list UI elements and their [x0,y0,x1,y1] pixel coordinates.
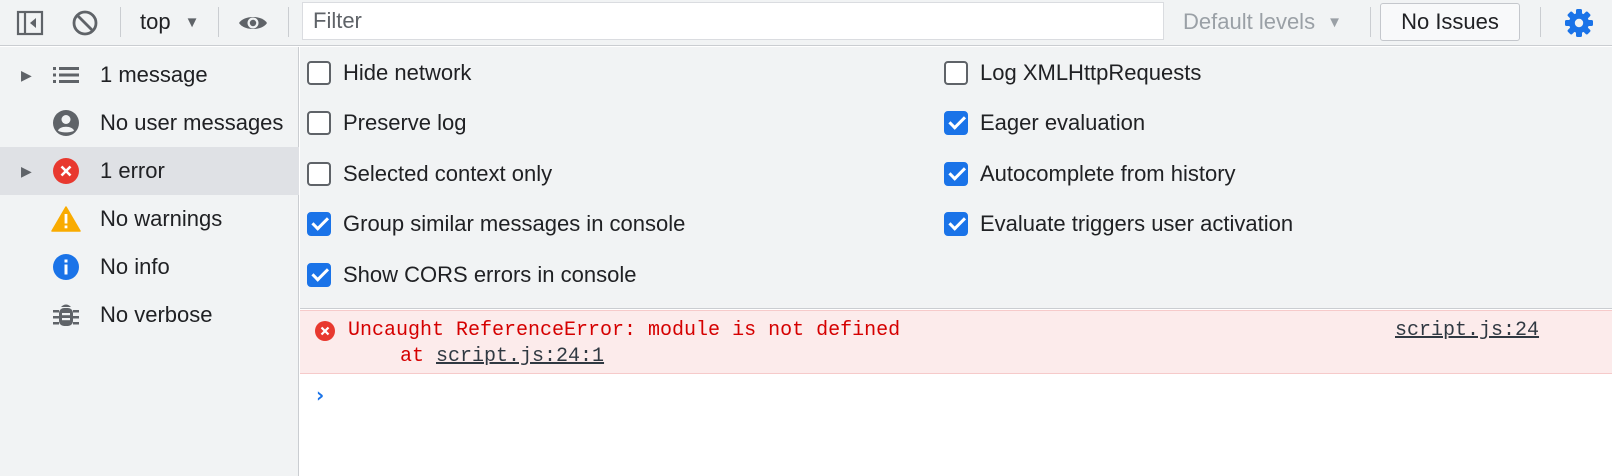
eye-icon[interactable] [236,6,270,40]
console-settings-panel: Hide network Preserve log Selected context… [300,47,1612,309]
user-icon [51,108,81,138]
source-location-link[interactable]: script.js:24 [1395,319,1539,342]
setting-evaluate-triggers-user-activation[interactable]: Evaluate triggers user activation [944,204,1293,244]
checkbox[interactable] [307,61,331,85]
setting-label: Preserve log [343,110,467,135]
toolbar-divider [218,7,219,37]
sidebar-item-messages[interactable]: ▶ 1 message [0,51,299,99]
toolbar-divider [120,7,121,37]
checkbox[interactable] [307,111,331,135]
setting-autocomplete-from-history[interactable]: Autocomplete from history [944,154,1236,194]
error-icon [51,156,81,186]
clear-console-icon[interactable] [68,6,102,40]
error-text: Uncaught ReferenceError: module is not d… [348,319,901,342]
warning-icon [51,204,81,234]
chevron-down-icon: ▼ [1327,13,1342,31]
info-icon [51,252,81,282]
prompt-chevron-icon: › [316,383,325,407]
setting-label: Show CORS errors in console [343,262,637,287]
setting-label: Group similar messages in console [343,211,686,236]
setting-log-xmlhttprequests[interactable]: Log XMLHttpRequests [944,53,1201,93]
setting-group-similar-messages-in-console[interactable]: Group similar messages in console [307,204,685,244]
chevron-down-icon: ▼ [184,13,200,31]
checkbox[interactable] [944,162,968,186]
sidebar-item-label: No warnings [100,206,223,231]
setting-label: Eager evaluation [980,110,1146,135]
log-levels-dropdown[interactable]: Default levels ▼ [1183,5,1342,39]
toolbar-divider [288,7,289,37]
sidebar-item-label: No user messages [100,110,284,135]
setting-label: Log XMLHttpRequests [980,60,1202,85]
sidebar-item-info[interactable]: No info [0,243,299,291]
sidebar-item-verbose[interactable]: No verbose [0,291,299,339]
sidebar-item-user-messages[interactable]: No user messages [0,99,299,147]
sidebar-item-label: 1 message [100,62,208,87]
log-levels-label: Default levels [1183,9,1316,34]
expand-arrow-icon[interactable]: ▶ [21,163,32,180]
context-label: top [140,9,171,34]
context-selector[interactable]: top ▼ [140,5,199,39]
checkbox[interactable] [307,263,331,287]
console-toolbar: top ▼ Default levels ▼ No Issues [0,0,1612,46]
setting-eager-evaluation[interactable]: Eager evaluation [944,103,1145,143]
setting-hide-network[interactable]: Hide network [307,53,471,93]
stack-trace-link[interactable]: script.js:24:1 [436,345,604,368]
setting-show-cors-errors-in-console[interactable]: Show CORS errors in console [307,255,636,295]
filter-input[interactable] [302,2,1164,40]
setting-label: Selected context only [343,161,553,186]
checkbox[interactable] [944,212,968,236]
sidebar-item-label: 1 error [100,158,165,183]
stack-trace-line: at script.js:24:1 [400,345,604,368]
stack-prefix: at [400,345,437,368]
list-icon [51,60,81,90]
setting-label: Hide network [343,60,472,85]
checkbox[interactable] [307,212,331,236]
setting-preserve-log[interactable]: Preserve log [307,103,467,143]
console-sidebar: ▶ 1 message No user messages ▶ 1 error N… [0,47,299,476]
console-input[interactable] [340,380,1600,410]
setting-label: Autocomplete from history [980,161,1236,186]
checkbox[interactable] [307,162,331,186]
dock-sidebar-icon[interactable] [14,7,46,39]
setting-selected-context-only[interactable]: Selected context only [307,154,552,194]
checkbox[interactable] [944,61,968,85]
bug-icon [51,300,81,330]
sidebar-item-warnings[interactable]: No warnings [0,195,299,243]
setting-label: Evaluate triggers user activation [980,211,1294,236]
sidebar-item-label: No verbose [100,302,213,327]
checkbox[interactable] [944,111,968,135]
toolbar-divider [1540,7,1541,37]
expand-arrow-icon[interactable]: ▶ [21,67,32,84]
toolbar-divider [1370,7,1371,37]
gear-icon[interactable] [1562,6,1596,40]
sidebar-item-label: No info [100,254,170,279]
error-icon [314,320,336,347]
issues-button[interactable]: No Issues [1380,3,1520,41]
sidebar-item-errors[interactable]: ▶ 1 error [0,147,299,195]
